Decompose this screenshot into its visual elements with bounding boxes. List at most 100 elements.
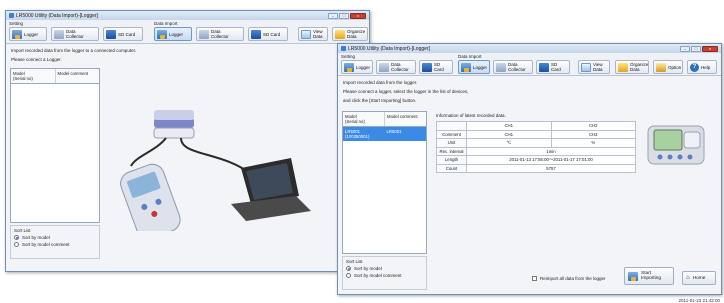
status-timestamp: 2011-01-23 21:42:00 [678,298,720,303]
sort-by-model-radio[interactable]: Sort by model [14,235,96,240]
column-model-comment: Model comment [387,114,418,119]
device-model: LR5001 (100350001) [345,129,370,139]
setting-data-collector-button[interactable]: Data Collector [376,60,416,74]
option-button[interactable]: Option [653,60,683,74]
organize-data-button[interactable]: Organize Data [332,27,368,41]
home-button[interactable]: ⌂ Home [682,271,716,285]
column-model: Model (Serial no) [343,112,385,126]
setting-data-collector-button[interactable]: Data Collector [51,27,99,41]
sort-by-comment-radio[interactable]: Sort by model comment [346,273,423,278]
sort-list: Sort List Sort by model Sort by model co… [342,256,427,290]
sd-card-icon [106,29,116,39]
app-icon [341,46,346,51]
window-back: LR5000 Utility (Data Import)-[Logger] – … [5,10,370,272]
sort-list-label: Sort List [14,228,31,233]
organize-data-icon [335,29,345,39]
data-collector-icon [54,29,64,39]
ch1-header: CH1 [466,121,552,131]
device-list[interactable]: Model (Serial no) Model comment LR5001 (… [342,111,427,254]
device-list[interactable]: Model (Serial no) Model comment [10,68,100,223]
reimport-checkbox[interactable]: Reimport all data from the logger [532,276,606,281]
ch2-header: CH2 [550,121,636,131]
count-value: 5757 [466,163,636,173]
sd-card-icon [251,29,261,39]
instruction-line-1: Import recorded data from the logger. [343,80,418,85]
start-importing-button[interactable]: Start Importing [624,267,674,285]
close-button[interactable]: x [350,12,366,19]
organize-data-icon [618,62,628,72]
device-comment: LR5001 [386,129,402,134]
comment-ch1: CH1 [466,129,552,139]
sort-list-label: Sort List [346,259,363,264]
import-logger-button[interactable]: Logger [154,27,192,41]
title-bar: LR5000 Utility (Data Import)-[Logger] – … [338,44,721,53]
setting-sd-card-button[interactable]: SD Card [103,27,143,41]
sort-list: Sort List Sort by model Sort by model co… [10,225,100,259]
connection-illustration [120,110,311,231]
view-data-button[interactable]: View Data [298,27,328,41]
app-icon [9,13,14,18]
info-title: Information of latest recorded data. [436,113,506,118]
setting-logger-button[interactable]: Logger [341,60,373,74]
instruction-line-2: Please connect a Logger. [11,57,62,62]
view-data-icon [301,29,311,39]
maximize-button[interactable]: □ [691,45,701,52]
instruction-line-2: Please connect a logger, select the logg… [343,89,469,94]
view-data-button[interactable]: View Data [578,60,610,74]
comment-label: Comment [436,129,467,139]
home-icon: ⌂ [686,275,690,281]
logger-icon [461,62,471,72]
window-title: LR5000 Utility (Data Import)-[Logger] [16,12,98,19]
data-collector-icon [199,29,209,39]
window-front: LR5000 Utility (Data Import)-[Logger] – … [337,43,722,295]
import-sd-card-button[interactable]: SD Card [248,27,288,41]
column-model: Model (Serial no) [11,69,56,83]
unit-ch1: ℃ [466,138,552,148]
toolbar: Setting Data Import Logger Data Collecto… [6,20,369,44]
import-icon [628,271,638,281]
minimize-button[interactable]: – [328,12,338,19]
logger-icon [157,29,167,39]
help-button[interactable]: ? Help [687,60,717,74]
recorded-data-info-table: CH1 CH2 Comment CH1 CH2 Unit ℃ % Rec. in… [436,121,636,173]
data-import-group-label: Data Import [458,54,482,59]
setting-group-label: Setting [9,21,24,26]
device-row-selected[interactable]: LR5001 (100350001) LR5001 [343,127,426,141]
logger-device-image [647,125,705,165]
count-label: Count [436,163,467,173]
import-data-collector-button[interactable]: Data Collector [493,60,533,74]
data-collector-icon [379,62,389,72]
import-logger-button[interactable]: Logger [458,60,490,74]
maximize-button[interactable]: □ [339,12,349,19]
rec-interval-value: 1min [466,146,636,156]
rec-interval-label: Rec. interval [436,146,467,156]
instruction-line-1: Import recorded data from the logger to … [11,48,137,53]
length-value: 2011-01-13 17:56:00～2011-01-17 17:01:00 [466,155,636,165]
unit-label: Unit [436,138,467,148]
import-sd-card-button[interactable]: SD Card [536,60,570,74]
setting-group-label: Setting [341,54,356,59]
length-label: Length [436,155,467,165]
data-import-group-label: Data Import [154,21,178,26]
option-icon [656,62,666,72]
view-data-icon [581,62,591,72]
logger-icon [344,62,354,72]
minimize-button[interactable]: – [680,45,690,52]
setting-logger-button[interactable]: Logger [9,27,47,41]
sort-by-model-radio[interactable]: Sort by model [346,266,423,271]
instruction-line-3: and click the [Start Importing] button. [343,98,417,103]
sd-card-icon [539,62,549,72]
window-title: LR5000 Utility (Data Import)-[Logger] [348,45,430,52]
title-bar: LR5000 Utility (Data Import)-[Logger] – … [6,11,369,20]
column-model-comment: Model comment [57,71,89,76]
import-data-collector-button[interactable]: Data Collector [196,27,244,41]
sd-card-icon [422,62,432,72]
sort-by-comment-radio[interactable]: Sort by model comment [14,242,96,247]
data-collector-icon [496,62,506,72]
setting-sd-card-button[interactable]: SD Card [419,60,453,74]
organize-data-button[interactable]: Organize Data [615,60,649,74]
close-button[interactable]: x [702,45,718,52]
unit-ch2: % [550,138,636,148]
logger-icon [12,29,22,39]
toolbar: Setting Data Import Logger Data Collecto… [338,53,721,76]
